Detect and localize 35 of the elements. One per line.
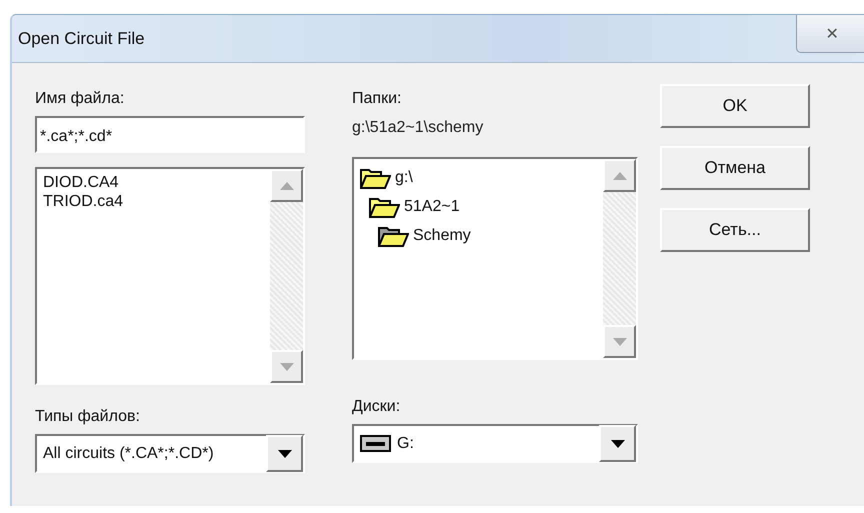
close-button[interactable]: ✕ (796, 15, 864, 53)
file-type-dropdown[interactable]: All circuits (*.CA*;*.CD*) (35, 434, 305, 473)
folder-path: g:\51a2~1\schemy (352, 119, 484, 137)
file-item[interactable]: DIOD.CA4 (43, 173, 119, 192)
scroll-down-button[interactable] (270, 350, 303, 383)
scroll-down-button[interactable] (603, 325, 636, 358)
dropdown-button[interactable] (266, 435, 303, 472)
file-item[interactable]: TRIOD.ca4 (43, 192, 124, 211)
field-label: Диски: (352, 397, 402, 417)
scrollbar[interactable] (603, 159, 636, 358)
dialog-button[interactable]: Сеть... (660, 208, 810, 252)
drive-dropdown[interactable]: G: (352, 424, 638, 463)
file-name-field[interactable]: *.ca*;*.cd* (35, 116, 305, 153)
scroll-down-icon (612, 338, 626, 346)
field-label: Типы файлов: (35, 407, 141, 427)
dropdown-button[interactable] (599, 425, 636, 462)
field-label: Имя файла: (35, 89, 126, 109)
caret-icon (278, 450, 292, 458)
folder-name[interactable]: Schemy (413, 226, 471, 244)
folder-name[interactable]: g:\ (395, 168, 413, 186)
window-title: Open Circuit File (18, 28, 146, 48)
dialog-button[interactable]: OK (660, 84, 810, 128)
scroll-down-icon (280, 362, 294, 370)
drive-icon (360, 435, 391, 452)
field-label: Папки: (352, 89, 402, 109)
scrollbar[interactable] (270, 169, 303, 383)
scroll-up-button[interactable] (603, 159, 636, 192)
file-list[interactable]: DIOD.CA4 TRIOD.ca4 (35, 167, 305, 385)
caret-icon (610, 440, 624, 448)
scroll-up-icon (612, 172, 626, 180)
dialog-button[interactable]: Отмена (660, 146, 810, 190)
folder-tree[interactable]: g:\ 51A2~1 Schemy (352, 157, 638, 360)
scroll-up-icon (280, 182, 294, 190)
scroll-up-button[interactable] (270, 169, 303, 202)
folder-name[interactable]: 51A2~1 (404, 198, 460, 216)
